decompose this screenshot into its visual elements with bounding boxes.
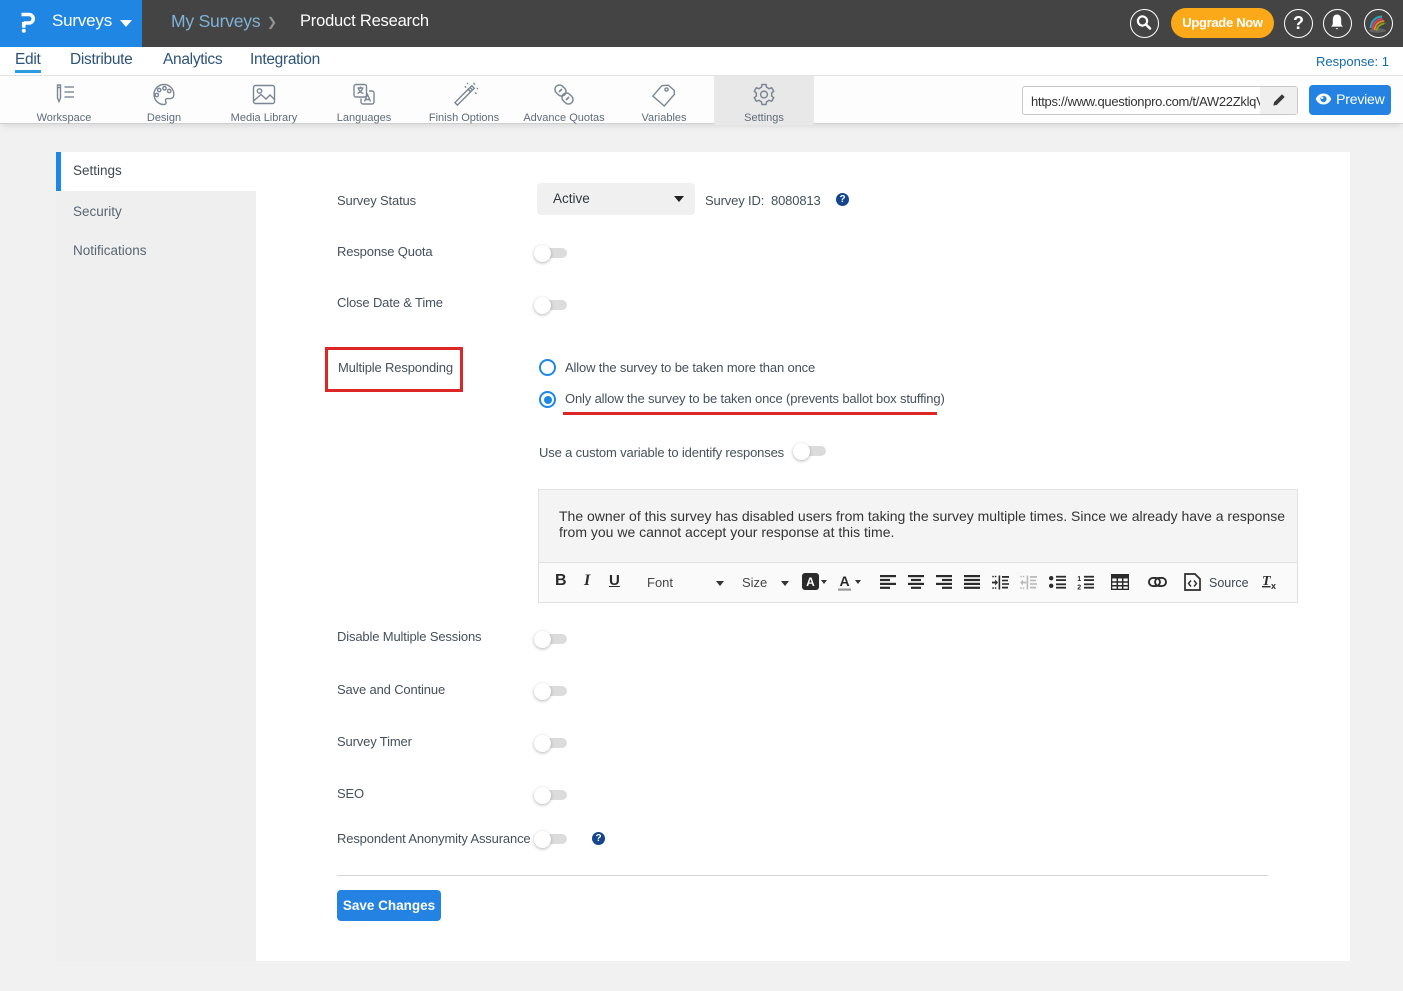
svg-text:x: x [1271,581,1276,590]
svg-text:2: 2 [1077,585,1081,590]
svg-text:A: A [806,575,815,589]
svg-text:1: 1 [1077,576,1081,583]
svg-text:A: A [839,573,849,589]
